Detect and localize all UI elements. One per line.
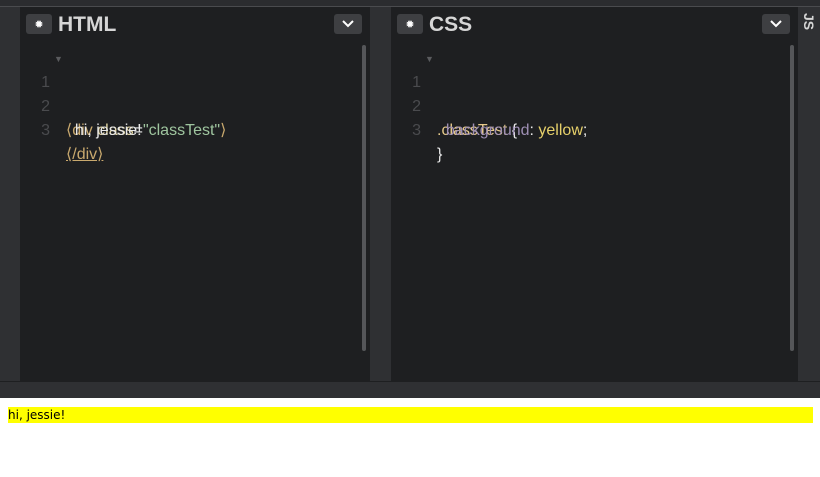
css-collapse-button[interactable]: [762, 14, 790, 34]
tag-close: ⟩: [220, 122, 227, 139]
editor-area: ✹ HTML 1 ▼ ⟨div class="classTest"⟩ 2 hi,…: [0, 7, 820, 381]
preview-resize-handle[interactable]: [0, 381, 820, 398]
css-scrollbar[interactable]: [790, 45, 794, 351]
code-line: 2 background: yellow;: [391, 71, 786, 139]
fold-arrow-icon[interactable]: ▼: [54, 47, 63, 71]
result-preview: hi, jessie!: [0, 398, 820, 477]
attr-value: "classTest": [142, 122, 221, 139]
html-scrollbar[interactable]: [362, 45, 366, 351]
gear-icon: ✹: [405, 18, 415, 31]
left-edge: [0, 7, 20, 381]
code-text: background: yellow;: [437, 119, 587, 143]
css-code-editor[interactable]: 1 ▼ .classTest { 2 background: yellow; 3…: [391, 47, 786, 163]
html-panel: ✹ HTML 1 ▼ ⟨div class="classTest"⟩ 2 hi,…: [20, 7, 370, 381]
code-line: 1 ▼ ⟨div class="classTest"⟩: [20, 47, 358, 139]
fold-arrow-icon[interactable]: ▼: [425, 47, 434, 71]
semicolon: ;: [582, 122, 588, 139]
code-line: 3 }: [391, 95, 786, 163]
code-text: hi, jessie!: [66, 122, 142, 139]
gear-icon: ✹: [34, 18, 44, 31]
code-line: 1 ▼ .classTest {: [391, 47, 786, 139]
css-panel-title: CSS: [429, 13, 473, 36]
css-property: background: [437, 122, 530, 139]
js-panel-title: JS: [801, 13, 817, 31]
preview-class-test-div: hi, jessie!: [8, 407, 813, 423]
css-panel-header: ✹ CSS: [391, 7, 798, 43]
chevron-down-icon: [770, 20, 782, 28]
css-panel: ✹ CSS 1 ▼ .classTest { 2 background: yel…: [391, 7, 798, 381]
html-settings-button[interactable]: ✹: [26, 14, 52, 34]
close-brace: }: [437, 146, 443, 163]
line-number: 3: [412, 122, 421, 139]
top-bar: [0, 0, 820, 7]
chevron-down-icon: [342, 20, 354, 28]
panel-resizer[interactable]: [370, 7, 391, 381]
html-panel-header: ✹ HTML: [20, 7, 370, 43]
html-code-editor[interactable]: 1 ▼ ⟨div class="classTest"⟩ 2 hi, jessie…: [20, 47, 358, 163]
css-settings-button[interactable]: ✹: [397, 14, 423, 34]
css-value: yellow: [538, 122, 583, 139]
line-number: 3: [41, 122, 50, 139]
end-tag: ⟨/div⟩: [66, 146, 104, 163]
js-panel-tab[interactable]: JS: [798, 7, 820, 381]
html-collapse-button[interactable]: [334, 14, 362, 34]
code-line: 3 ⟨/div⟩: [20, 95, 358, 163]
html-panel-title: HTML: [58, 13, 117, 36]
code-line: 2 hi, jessie!: [20, 71, 358, 139]
